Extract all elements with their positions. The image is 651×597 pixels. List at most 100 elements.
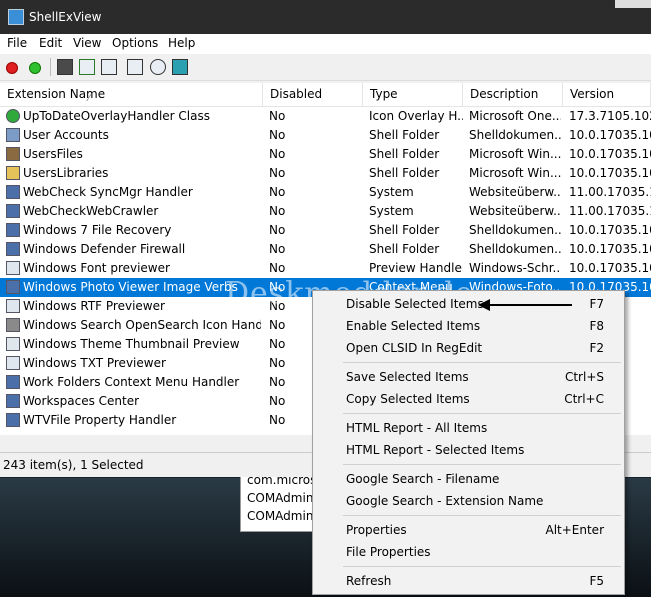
copy-icon[interactable] [101,59,117,75]
menu-item-shortcut: Alt+Enter [545,523,604,537]
menu-item-copy-selected-items[interactable]: Copy Selected Items Ctrl+C [313,388,624,410]
menu-bar: File Edit View Options Help [0,34,651,54]
menu-separator [343,515,621,516]
refresh-icon[interactable] [79,59,95,75]
menu-item-label: Properties [346,523,407,537]
table-cell-name: WebCheckWebCrawler [23,204,159,218]
background-window-line: COMAdmin [247,509,314,523]
table-cell-disabled: No [269,204,286,218]
table-cell-type: Shell Folder [369,223,440,237]
menu-item-html-report-all-items[interactable]: HTML Report - All Items [313,417,624,439]
table-cell-disabled: No [269,185,286,199]
menu-item-save-selected-items[interactable]: Save Selected Items Ctrl+S [313,366,624,388]
table-cell-name: Workspaces Center [23,394,140,408]
html-report-icon[interactable] [127,59,143,75]
sort-ascending-icon: ⁄ [88,94,90,104]
document-icon [6,356,20,370]
table-row[interactable]: User Accounts No Shell Folder Shelldokumen.… [0,126,651,145]
table-cell-version: 10.0.17035.100... [569,147,651,161]
table-row[interactable]: UsersFiles No Shell Folder Microsoft Win...… [0,145,651,164]
table-cell-version: 11.00.17035.10... [569,204,651,218]
table-cell-type: System [369,185,414,199]
menu-item-shortcut: F7 [589,297,604,311]
column-header-description[interactable]: Description [463,83,563,106]
menu-item-label: File Properties [346,545,431,559]
window-title: ShellExView [29,10,102,24]
menu-item-shortcut: F8 [589,319,604,333]
table-row[interactable]: WebCheckWebCrawler No System Websiteüberw..… [0,202,651,221]
search-icon[interactable] [150,59,166,75]
table-cell-version: 10.0.17035.100... [569,223,651,237]
menu-item-file-properties[interactable]: File Properties [313,541,624,563]
background-window: com.micros COMAdmin COMAdmin [240,470,322,532]
table-cell-description: Shelldokumen... [469,242,561,256]
toolbar-separator [50,58,51,76]
stop-red-icon[interactable] [6,62,18,74]
table-row[interactable]: UsersLibraries No Shell Folder Microsoft Wi… [0,164,651,183]
dll-icon [6,223,20,237]
app-icon [8,9,24,25]
menu-help[interactable]: Help [168,36,195,50]
table-cell-version: 17.3.7105.1024 [569,109,651,123]
title-bar[interactable]: ShellExView [0,0,651,34]
context-menu: Disable Selected Items F7 Enable Selected … [312,290,625,595]
folder-icon [6,166,20,180]
menu-item-google-search-extension-name[interactable]: Google Search - Extension Name [313,490,624,512]
table-row[interactable]: WebCheck SyncMgr Handler No System Websiteü… [0,183,651,202]
menu-item-enable-selected-items[interactable]: Enable Selected Items F8 [313,315,624,337]
table-cell-name: User Accounts [23,128,109,142]
menu-item-label: Copy Selected Items [346,392,470,406]
table-cell-description: Microsoft Win... [469,147,561,161]
menu-item-label: Enable Selected Items [346,319,481,333]
magnifier-icon [6,318,20,332]
menu-item-shortcut: F5 [589,574,604,588]
table-cell-name: Work Folders Context Menu Handler [23,375,240,389]
user-icon [6,147,20,161]
menu-item-refresh[interactable]: Refresh F5 [313,570,624,592]
column-header-type[interactable]: Type [363,83,463,106]
menu-edit[interactable]: Edit [39,36,62,50]
table-cell-name: Windows 7 File Recovery [23,223,172,237]
menu-item-html-report-selected-items[interactable]: HTML Report - Selected Items [313,439,624,461]
menu-separator [343,362,621,363]
menu-item-shortcut: Ctrl+S [564,370,604,384]
menu-item-label: Disable Selected Items [346,297,484,311]
menu-file[interactable]: File [7,36,27,50]
dll-icon [6,204,20,218]
menu-item-disable-selected-items[interactable]: Disable Selected Items F7 [313,293,624,315]
document-icon [6,299,20,313]
table-row[interactable]: UpToDateOverlayHandler Class No Icon Overl… [0,107,651,126]
menu-options[interactable]: Options [112,36,158,50]
menu-item-open-clsid-in-regedit[interactable]: Open CLSID In RegEdit F2 [313,337,624,359]
exit-icon[interactable] [172,59,188,75]
adjacent-window-edge [615,0,651,8]
dll-icon [6,185,20,199]
table-cell-name: UpToDateOverlayHandler Class [23,109,211,123]
menu-item-label: HTML Report - All Items [346,421,488,435]
table-cell-description: Shelldokumen... [469,223,561,237]
table-cell-name: UsersFiles [23,147,83,161]
document-icon [6,337,20,351]
table-row[interactable]: Windows 7 File Recovery No Shell Folder She… [0,221,651,240]
column-header-extension-name[interactable]: Extension Name ⁄ [0,83,263,106]
toolbar [0,54,651,81]
column-header-version[interactable]: Version [563,83,651,106]
table-cell-version: 10.0.17035.100... [569,166,651,180]
status-text: 243 item(s), 1 Selected [3,458,144,472]
menu-item-label: Google Search - Extension Name [346,494,544,508]
table-cell-description: Microsoft One... [469,109,561,123]
table-row[interactable]: Windows Defender Firewall No Shell Folder S… [0,240,651,259]
table-cell-version: 10.0.17035.100... [569,128,651,142]
column-header-disabled[interactable]: Disabled [263,83,363,106]
table-cell-type: Shell Folder [369,128,440,142]
menu-item-shortcut: Ctrl+C [564,392,604,406]
save-icon[interactable] [57,59,73,75]
list-header: Extension Name ⁄ Disabled Type Descripti… [0,83,651,107]
menu-item-properties[interactable]: Properties Alt+Enter [313,519,624,541]
start-green-icon[interactable] [29,62,41,74]
table-cell-disabled: No [269,109,286,123]
table-cell-name: Windows TXT Previewer [23,356,166,370]
menu-separator [343,413,621,414]
menu-item-google-search-filename[interactable]: Google Search - Filename [313,468,624,490]
menu-view[interactable]: View [73,36,101,50]
